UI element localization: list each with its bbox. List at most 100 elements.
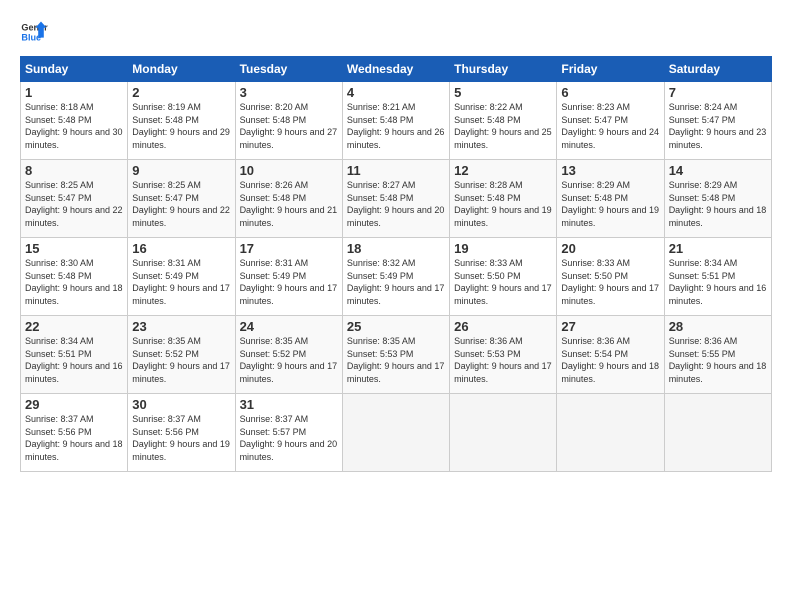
- day-number: 23: [132, 319, 230, 334]
- col-header-thursday: Thursday: [450, 57, 557, 82]
- col-header-friday: Friday: [557, 57, 664, 82]
- day-number: 26: [454, 319, 552, 334]
- day-info: Sunrise: 8:20 AMSunset: 5:48 PMDaylight:…: [240, 101, 338, 151]
- calendar-cell: 11 Sunrise: 8:27 AMSunset: 5:48 PMDaylig…: [342, 160, 449, 238]
- day-info: Sunrise: 8:36 AMSunset: 5:53 PMDaylight:…: [454, 335, 552, 385]
- day-number: 31: [240, 397, 338, 412]
- calendar-cell: 19 Sunrise: 8:33 AMSunset: 5:50 PMDaylig…: [450, 238, 557, 316]
- day-info: Sunrise: 8:34 AMSunset: 5:51 PMDaylight:…: [25, 335, 123, 385]
- week-row-3: 15 Sunrise: 8:30 AMSunset: 5:48 PMDaylig…: [21, 238, 772, 316]
- day-number: 21: [669, 241, 767, 256]
- week-row-1: 1 Sunrise: 8:18 AMSunset: 5:48 PMDayligh…: [21, 82, 772, 160]
- day-number: 13: [561, 163, 659, 178]
- week-row-5: 29 Sunrise: 8:37 AMSunset: 5:56 PMDaylig…: [21, 394, 772, 472]
- day-number: 3: [240, 85, 338, 100]
- day-number: 10: [240, 163, 338, 178]
- calendar-cell: 16 Sunrise: 8:31 AMSunset: 5:49 PMDaylig…: [128, 238, 235, 316]
- calendar-cell: 4 Sunrise: 8:21 AMSunset: 5:48 PMDayligh…: [342, 82, 449, 160]
- day-info: Sunrise: 8:26 AMSunset: 5:48 PMDaylight:…: [240, 179, 338, 229]
- calendar-cell: [342, 394, 449, 472]
- calendar-cell: 28 Sunrise: 8:36 AMSunset: 5:55 PMDaylig…: [664, 316, 771, 394]
- day-number: 8: [25, 163, 123, 178]
- calendar-cell: 29 Sunrise: 8:37 AMSunset: 5:56 PMDaylig…: [21, 394, 128, 472]
- day-info: Sunrise: 8:33 AMSunset: 5:50 PMDaylight:…: [454, 257, 552, 307]
- day-info: Sunrise: 8:24 AMSunset: 5:47 PMDaylight:…: [669, 101, 767, 151]
- calendar-cell: 2 Sunrise: 8:19 AMSunset: 5:48 PMDayligh…: [128, 82, 235, 160]
- day-info: Sunrise: 8:36 AMSunset: 5:55 PMDaylight:…: [669, 335, 767, 385]
- col-header-sunday: Sunday: [21, 57, 128, 82]
- calendar-cell: [664, 394, 771, 472]
- calendar-cell: 1 Sunrise: 8:18 AMSunset: 5:48 PMDayligh…: [21, 82, 128, 160]
- day-number: 12: [454, 163, 552, 178]
- day-number: 16: [132, 241, 230, 256]
- calendar-cell: 3 Sunrise: 8:20 AMSunset: 5:48 PMDayligh…: [235, 82, 342, 160]
- day-number: 29: [25, 397, 123, 412]
- day-info: Sunrise: 8:22 AMSunset: 5:48 PMDaylight:…: [454, 101, 552, 151]
- calendar-cell: 26 Sunrise: 8:36 AMSunset: 5:53 PMDaylig…: [450, 316, 557, 394]
- day-number: 2: [132, 85, 230, 100]
- calendar-cell: 17 Sunrise: 8:31 AMSunset: 5:49 PMDaylig…: [235, 238, 342, 316]
- logo-icon: General Blue: [20, 18, 48, 46]
- day-number: 17: [240, 241, 338, 256]
- calendar-cell: 7 Sunrise: 8:24 AMSunset: 5:47 PMDayligh…: [664, 82, 771, 160]
- calendar-cell: 9 Sunrise: 8:25 AMSunset: 5:47 PMDayligh…: [128, 160, 235, 238]
- day-number: 9: [132, 163, 230, 178]
- calendar-cell: 20 Sunrise: 8:33 AMSunset: 5:50 PMDaylig…: [557, 238, 664, 316]
- svg-text:Blue: Blue: [21, 32, 41, 42]
- calendar-cell: 6 Sunrise: 8:23 AMSunset: 5:47 PMDayligh…: [557, 82, 664, 160]
- calendar-cell: 15 Sunrise: 8:30 AMSunset: 5:48 PMDaylig…: [21, 238, 128, 316]
- week-row-4: 22 Sunrise: 8:34 AMSunset: 5:51 PMDaylig…: [21, 316, 772, 394]
- calendar-cell: 22 Sunrise: 8:34 AMSunset: 5:51 PMDaylig…: [21, 316, 128, 394]
- day-number: 25: [347, 319, 445, 334]
- day-info: Sunrise: 8:29 AMSunset: 5:48 PMDaylight:…: [669, 179, 767, 229]
- day-number: 20: [561, 241, 659, 256]
- day-number: 7: [669, 85, 767, 100]
- day-info: Sunrise: 8:28 AMSunset: 5:48 PMDaylight:…: [454, 179, 552, 229]
- calendar-table: SundayMondayTuesdayWednesdayThursdayFrid…: [20, 56, 772, 472]
- day-number: 24: [240, 319, 338, 334]
- col-header-saturday: Saturday: [664, 57, 771, 82]
- day-info: Sunrise: 8:36 AMSunset: 5:54 PMDaylight:…: [561, 335, 659, 385]
- calendar-cell: [450, 394, 557, 472]
- day-info: Sunrise: 8:32 AMSunset: 5:49 PMDaylight:…: [347, 257, 445, 307]
- calendar-cell: [557, 394, 664, 472]
- day-info: Sunrise: 8:37 AMSunset: 5:57 PMDaylight:…: [240, 413, 338, 463]
- day-info: Sunrise: 8:25 AMSunset: 5:47 PMDaylight:…: [132, 179, 230, 229]
- day-info: Sunrise: 8:34 AMSunset: 5:51 PMDaylight:…: [669, 257, 767, 307]
- day-info: Sunrise: 8:23 AMSunset: 5:47 PMDaylight:…: [561, 101, 659, 151]
- calendar-cell: 10 Sunrise: 8:26 AMSunset: 5:48 PMDaylig…: [235, 160, 342, 238]
- day-number: 27: [561, 319, 659, 334]
- col-header-wednesday: Wednesday: [342, 57, 449, 82]
- day-number: 4: [347, 85, 445, 100]
- calendar-cell: 31 Sunrise: 8:37 AMSunset: 5:57 PMDaylig…: [235, 394, 342, 472]
- day-number: 14: [669, 163, 767, 178]
- calendar-header-row: SundayMondayTuesdayWednesdayThursdayFrid…: [21, 57, 772, 82]
- day-number: 6: [561, 85, 659, 100]
- logo: General Blue: [20, 18, 48, 46]
- day-info: Sunrise: 8:27 AMSunset: 5:48 PMDaylight:…: [347, 179, 445, 229]
- day-info: Sunrise: 8:31 AMSunset: 5:49 PMDaylight:…: [240, 257, 338, 307]
- day-info: Sunrise: 8:37 AMSunset: 5:56 PMDaylight:…: [25, 413, 123, 463]
- day-info: Sunrise: 8:35 AMSunset: 5:52 PMDaylight:…: [240, 335, 338, 385]
- calendar-cell: 13 Sunrise: 8:29 AMSunset: 5:48 PMDaylig…: [557, 160, 664, 238]
- calendar-cell: 25 Sunrise: 8:35 AMSunset: 5:53 PMDaylig…: [342, 316, 449, 394]
- day-info: Sunrise: 8:37 AMSunset: 5:56 PMDaylight:…: [132, 413, 230, 463]
- day-number: 28: [669, 319, 767, 334]
- day-number: 18: [347, 241, 445, 256]
- page-container: General Blue SundayMondayTuesdayWednesda…: [0, 0, 792, 482]
- calendar-cell: 5 Sunrise: 8:22 AMSunset: 5:48 PMDayligh…: [450, 82, 557, 160]
- day-info: Sunrise: 8:35 AMSunset: 5:53 PMDaylight:…: [347, 335, 445, 385]
- day-number: 30: [132, 397, 230, 412]
- calendar-cell: 21 Sunrise: 8:34 AMSunset: 5:51 PMDaylig…: [664, 238, 771, 316]
- day-info: Sunrise: 8:35 AMSunset: 5:52 PMDaylight:…: [132, 335, 230, 385]
- day-number: 1: [25, 85, 123, 100]
- day-info: Sunrise: 8:31 AMSunset: 5:49 PMDaylight:…: [132, 257, 230, 307]
- day-number: 22: [25, 319, 123, 334]
- day-info: Sunrise: 8:19 AMSunset: 5:48 PMDaylight:…: [132, 101, 230, 151]
- day-info: Sunrise: 8:33 AMSunset: 5:50 PMDaylight:…: [561, 257, 659, 307]
- calendar-cell: 23 Sunrise: 8:35 AMSunset: 5:52 PMDaylig…: [128, 316, 235, 394]
- calendar-cell: 27 Sunrise: 8:36 AMSunset: 5:54 PMDaylig…: [557, 316, 664, 394]
- header: General Blue: [20, 18, 772, 46]
- col-header-monday: Monday: [128, 57, 235, 82]
- day-number: 15: [25, 241, 123, 256]
